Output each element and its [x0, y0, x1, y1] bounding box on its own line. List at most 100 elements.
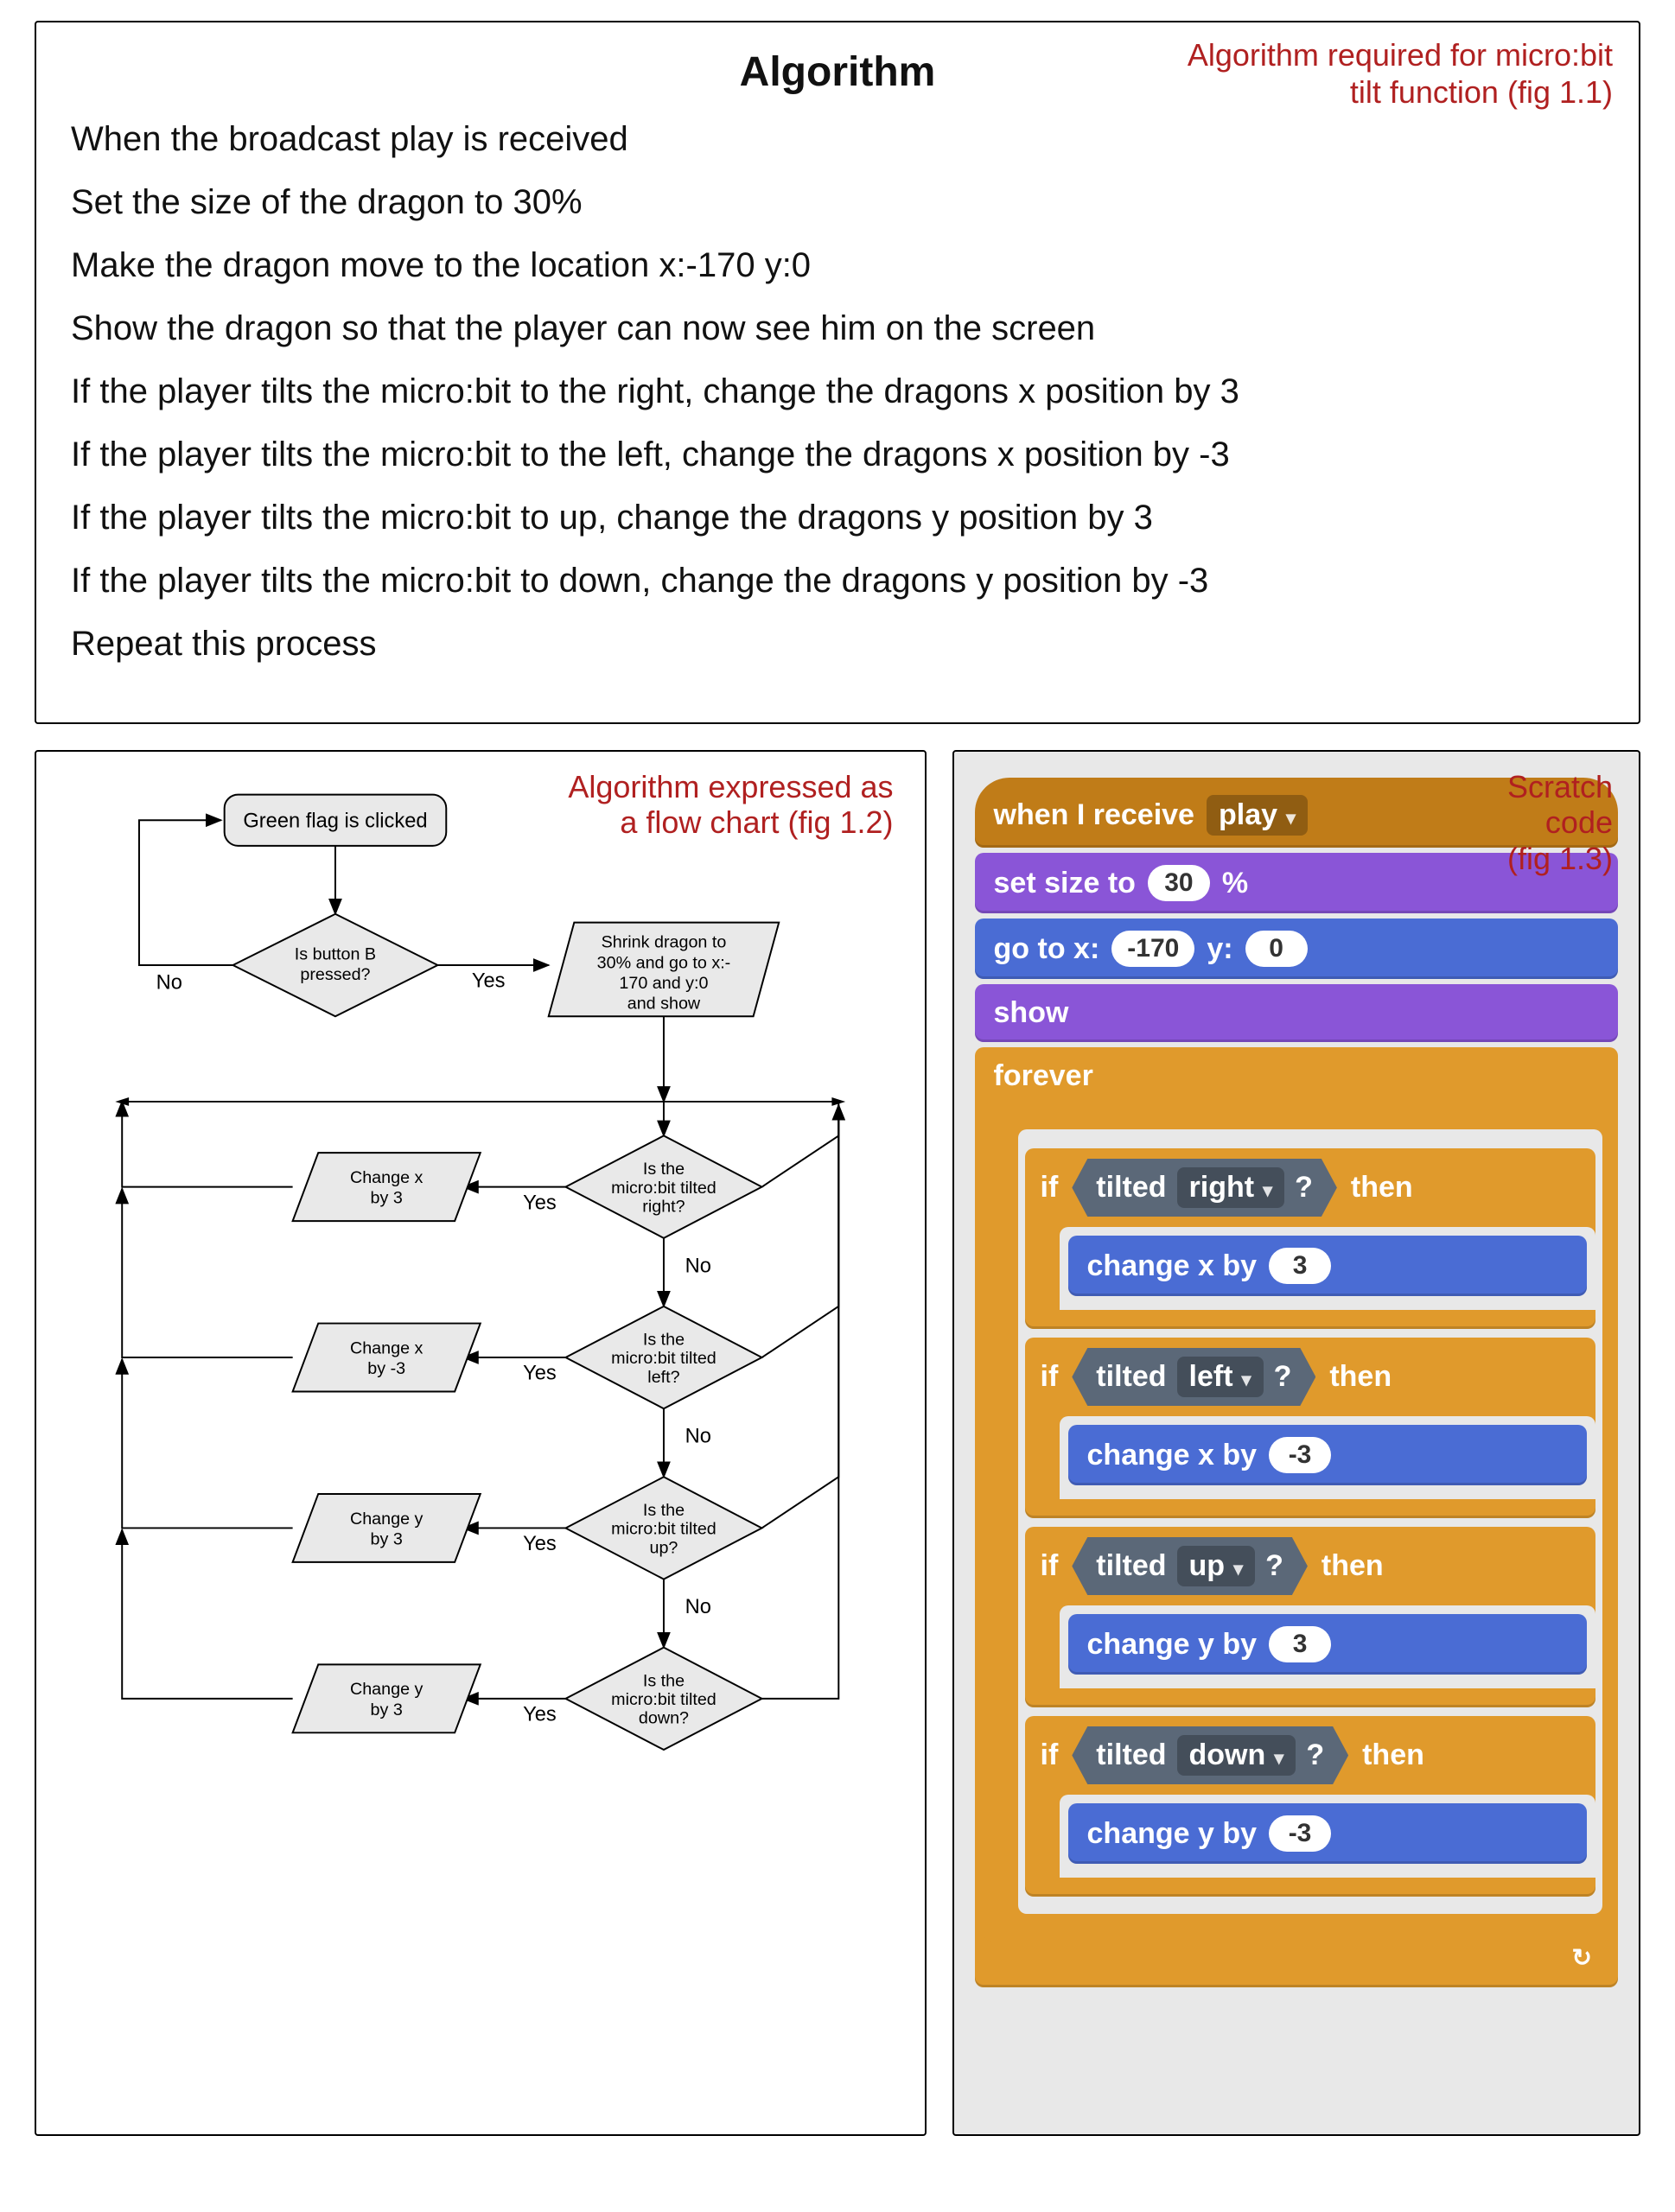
- flow-shrink-l4: and show: [627, 995, 701, 1014]
- tilted-label: tilted: [1096, 1549, 1166, 1583]
- scratch-stack: when I receive play set size to 30 % go …: [975, 778, 1618, 1987]
- svg-text:down?: down?: [639, 1709, 689, 1728]
- tilt-dir-dropdown[interactable]: right: [1177, 1167, 1285, 1208]
- change-y-text: change y by: [1087, 1628, 1258, 1662]
- scratch-tag: Scratch code (fig 1.3): [1507, 769, 1613, 876]
- tilted-down-condition[interactable]: tilted down ?: [1072, 1726, 1348, 1784]
- flow-decision-b-l1: Is button B: [295, 944, 376, 963]
- svg-text:by -3: by -3: [367, 1359, 405, 1378]
- flow-arrow-no-loop: [139, 820, 233, 965]
- algorithm-line: Repeat this process: [71, 625, 1604, 664]
- hat-msg: play: [1219, 798, 1277, 832]
- flowchart-svg: Green flag is clicked Is button B presse…: [71, 752, 890, 2100]
- scratch-forever-block[interactable]: forever if tilted right: [975, 1047, 1618, 1987]
- question-mark: ?: [1265, 1549, 1283, 1583]
- change-y-text: change y by: [1087, 1817, 1258, 1851]
- tilted-up-condition[interactable]: tilted up ?: [1072, 1537, 1308, 1595]
- tilted-label: tilted: [1096, 1360, 1166, 1394]
- chevron-down-icon: [1233, 1549, 1243, 1583]
- flow-shrink-l3: 170 and y:0: [619, 974, 708, 993]
- scratch-tag-l2: code: [1545, 804, 1613, 840]
- scratch-show-block[interactable]: show: [975, 984, 1618, 1042]
- dir-up: up: [1189, 1549, 1226, 1583]
- hat-dropdown[interactable]: play: [1207, 795, 1308, 836]
- svg-text:Yes: Yes: [523, 1363, 557, 1385]
- svg-text:up?: up?: [650, 1538, 678, 1557]
- svg-text:Is the: Is the: [643, 1331, 685, 1350]
- change-x-val[interactable]: -3: [1269, 1437, 1331, 1473]
- algorithm-line: If the player tilts the micro:bit to up,…: [71, 499, 1604, 537]
- flowchart-tag: Algorithm expressed as a flow chart (fig…: [568, 769, 893, 841]
- question-mark: ?: [1295, 1171, 1313, 1205]
- flow-shrink-l2: 30% and go to x:-: [597, 953, 731, 972]
- change-y-val[interactable]: -3: [1269, 1815, 1331, 1852]
- change-x-block[interactable]: change x by 3: [1068, 1236, 1587, 1296]
- question-mark: ?: [1306, 1738, 1324, 1772]
- set-size-value[interactable]: 30: [1148, 865, 1210, 901]
- dir-right: right: [1189, 1171, 1255, 1205]
- loop-arrow-icon: ↻: [984, 1942, 1609, 1979]
- svg-text:No: No: [685, 1255, 711, 1277]
- svg-text:Change y: Change y: [350, 1680, 424, 1699]
- change-y-val[interactable]: 3: [1269, 1626, 1331, 1662]
- goto-y-value[interactable]: 0: [1245, 931, 1308, 967]
- algorithm-panel: Algorithm required for micro:bit tilt fu…: [35, 21, 1640, 724]
- scratch-if-left[interactable]: if tilted left ?: [1025, 1338, 1595, 1518]
- svg-text:Change x: Change x: [350, 1338, 424, 1357]
- svg-text:Is the: Is the: [643, 1671, 685, 1690]
- question-mark: ?: [1274, 1360, 1292, 1394]
- scratch-tag-l1: Scratch: [1507, 769, 1613, 804]
- then-label: then: [1322, 1549, 1384, 1583]
- svg-text:by 3: by 3: [371, 1529, 403, 1548]
- goto-x-value[interactable]: -170: [1111, 931, 1194, 967]
- tilt-dir-dropdown[interactable]: left: [1177, 1357, 1264, 1397]
- tilted-left-condition[interactable]: tilted left ?: [1072, 1348, 1315, 1406]
- algorithm-line: Set the size of the dragon to 30%: [71, 183, 1604, 222]
- svg-text:Change x: Change x: [350, 1168, 424, 1187]
- algorithm-tag: Algorithm required for micro:bit tilt fu…: [1188, 36, 1613, 111]
- scratch-tag-l3: (fig 1.3): [1507, 841, 1613, 876]
- tilted-label: tilted: [1096, 1738, 1166, 1772]
- change-y-block[interactable]: change y by 3: [1068, 1614, 1587, 1675]
- flowchart-tag-line1: Algorithm expressed as: [568, 769, 893, 804]
- change-x-val[interactable]: 3: [1269, 1248, 1331, 1284]
- tilt-dir-dropdown[interactable]: down: [1177, 1735, 1296, 1776]
- change-x-block[interactable]: change x by -3: [1068, 1425, 1587, 1485]
- scratch-panel: Scratch code (fig 1.3) when I receive pl…: [952, 750, 1640, 2136]
- scratch-if-down[interactable]: if tilted down ?: [1025, 1716, 1595, 1897]
- flow-label-yes: Yes: [472, 970, 506, 993]
- svg-text:by 3: by 3: [371, 1700, 403, 1719]
- chevron-down-icon: [1274, 1738, 1283, 1772]
- tilted-label: tilted: [1096, 1171, 1166, 1205]
- svg-text:micro:bit tilted: micro:bit tilted: [611, 1690, 716, 1709]
- scratch-if-up[interactable]: if tilted up ? th: [1025, 1527, 1595, 1707]
- if-label: if: [1041, 1549, 1059, 1583]
- algorithm-lines: When the broadcast play is received Set …: [71, 120, 1604, 664]
- flow-branch-left: Is the micro:bit tilted left? Yes Change…: [122, 1105, 838, 1477]
- tilted-right-condition[interactable]: tilted right ?: [1072, 1159, 1337, 1217]
- scratch-goto-block[interactable]: go to x: -170 y: 0: [975, 918, 1618, 979]
- goto-y-label: y:: [1207, 932, 1232, 966]
- chevron-down-icon: [1263, 1171, 1272, 1205]
- dir-down: down: [1189, 1738, 1266, 1772]
- set-size-text: set size to: [994, 867, 1136, 900]
- svg-text:micro:bit tilted: micro:bit tilted: [611, 1520, 716, 1539]
- algorithm-tag-line2: tilt function (fig 1.1): [1350, 74, 1613, 110]
- change-x-text: change x by: [1087, 1249, 1258, 1283]
- flow-branch-right: Is the micro:bit tilted right? Yes Chang…: [122, 1102, 838, 1306]
- scratch-if-right[interactable]: if tilted right ?: [1025, 1148, 1595, 1329]
- set-size-pct: %: [1222, 867, 1248, 900]
- chevron-down-icon: [1242, 1360, 1251, 1394]
- tilt-dir-dropdown[interactable]: up: [1177, 1546, 1256, 1586]
- goto-text: go to x:: [994, 932, 1100, 966]
- if-label: if: [1041, 1738, 1059, 1772]
- svg-text:left?: left?: [647, 1368, 679, 1387]
- svg-text:Is the: Is the: [643, 1501, 685, 1520]
- svg-text:micro:bit tilted: micro:bit tilted: [611, 1179, 716, 1198]
- algorithm-line: If the player tilts the micro:bit to the…: [71, 372, 1604, 411]
- hat-text: when I receive: [994, 798, 1194, 832]
- change-y-block[interactable]: change y by -3: [1068, 1803, 1587, 1864]
- svg-text:No: No: [685, 1426, 711, 1448]
- if-label: if: [1041, 1360, 1059, 1394]
- algorithm-line: If the player tilts the micro:bit to dow…: [71, 562, 1604, 601]
